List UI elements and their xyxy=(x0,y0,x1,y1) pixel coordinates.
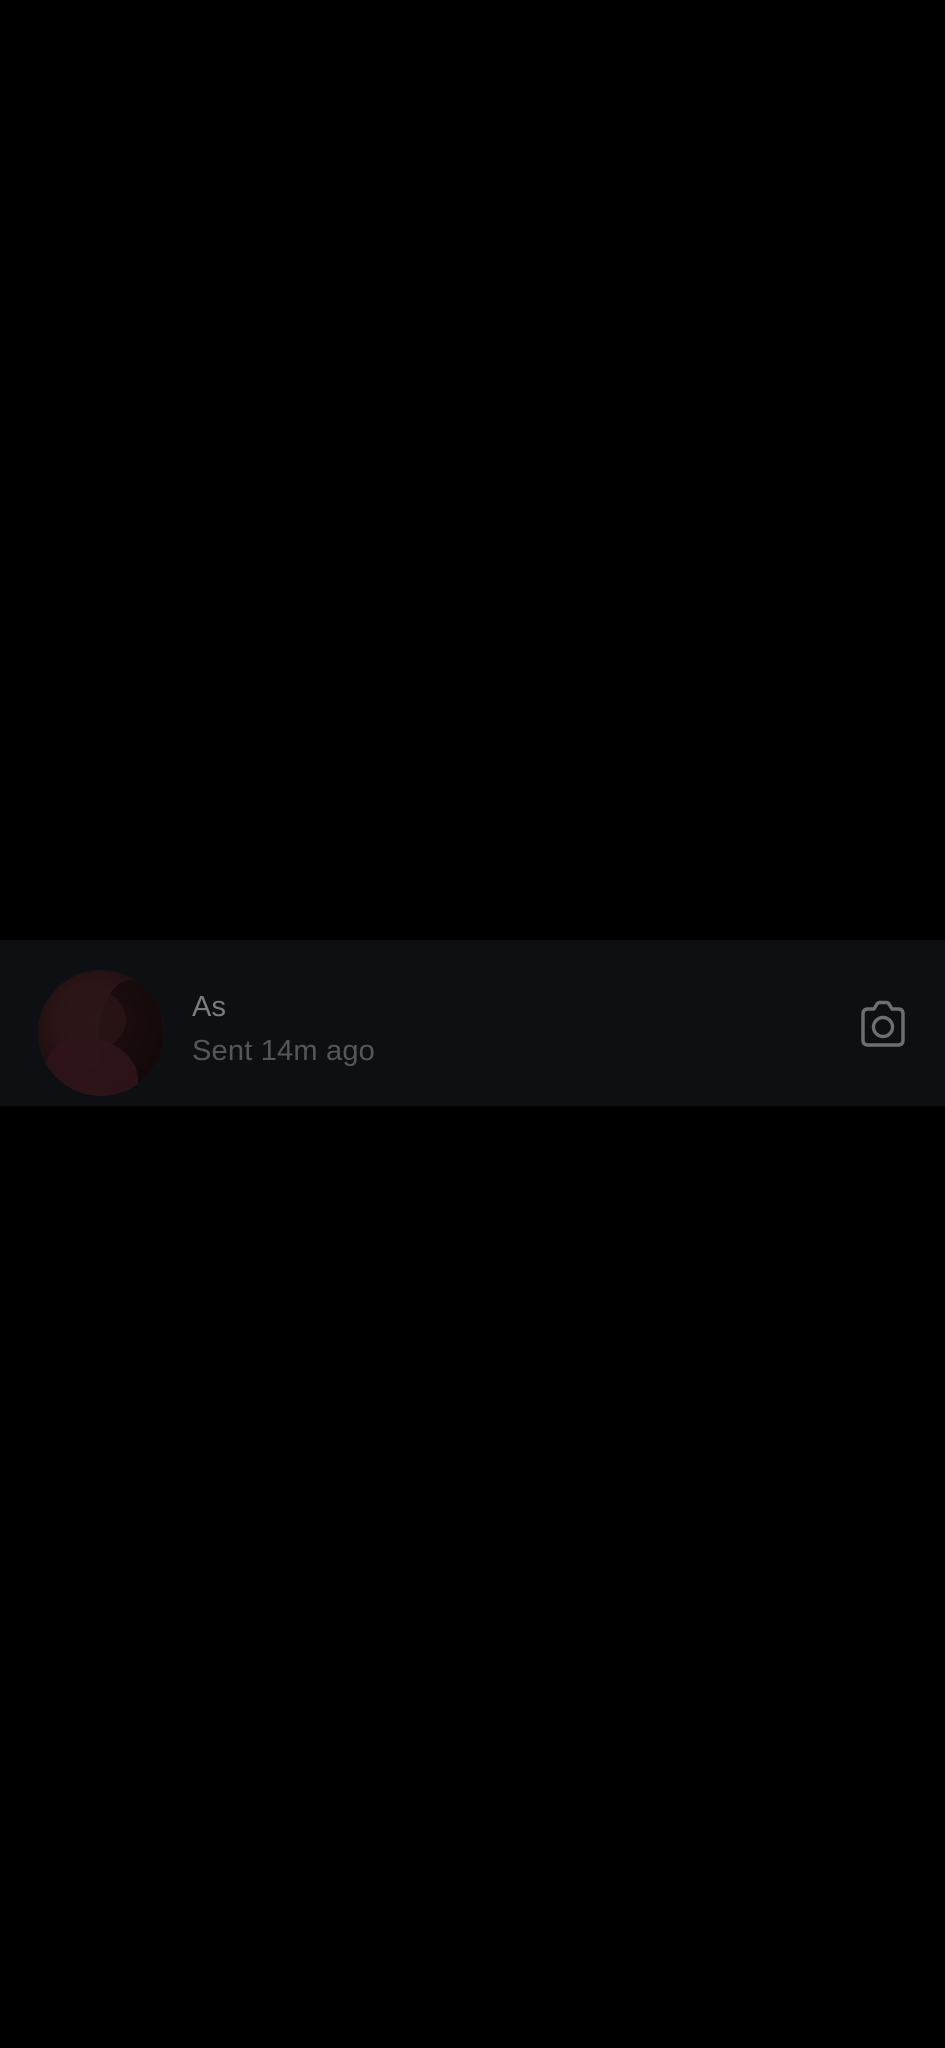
screen: As Sent 14m ago xyxy=(0,0,945,2048)
thread-name: As xyxy=(192,991,227,1023)
avatar[interactable] xyxy=(38,970,164,1096)
camera-button[interactable] xyxy=(855,998,911,1050)
thread-status: Sent 14m ago xyxy=(192,1035,375,1067)
dimmed-overlay-bottom[interactable] xyxy=(0,1106,945,2048)
message-thread-row[interactable]: As Sent 14m ago xyxy=(0,940,945,1106)
camera-icon xyxy=(861,1000,905,1047)
dimmed-overlay-top[interactable] xyxy=(0,0,945,940)
